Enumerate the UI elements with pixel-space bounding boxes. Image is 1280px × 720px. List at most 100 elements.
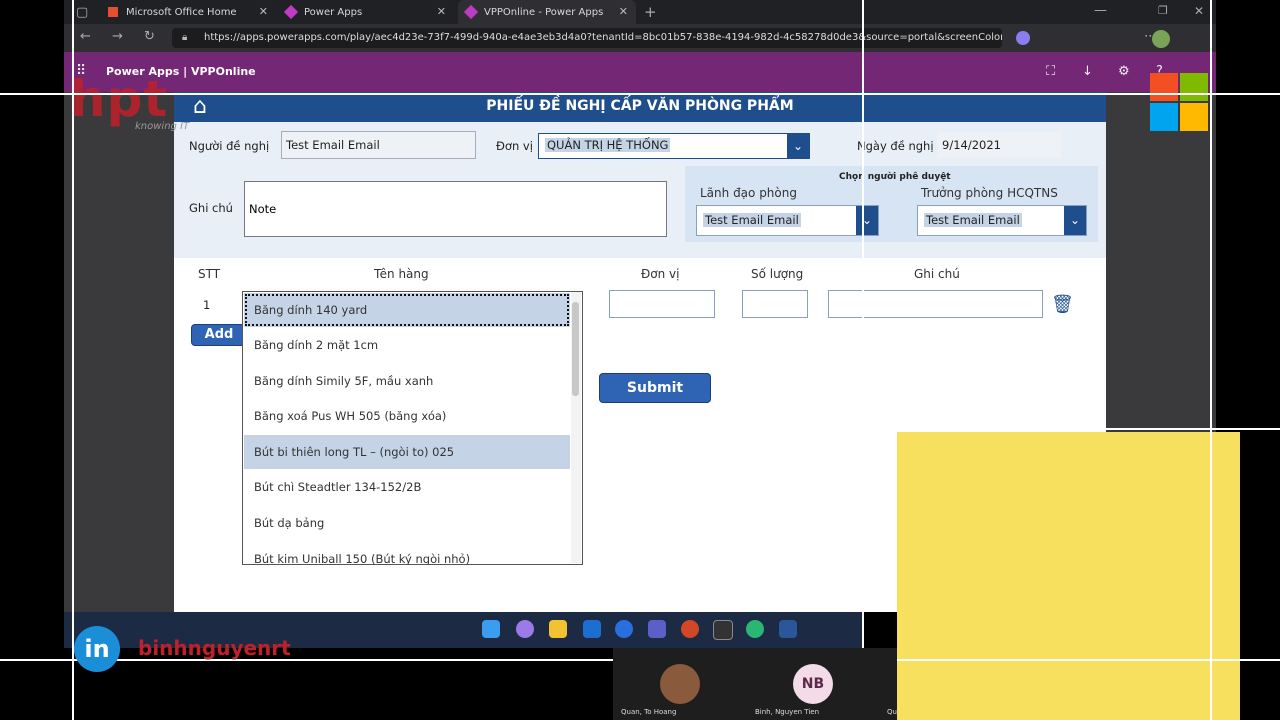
chevron-down-icon[interactable]: ⌄: [787, 134, 809, 158]
outlook-icon[interactable]: [583, 620, 601, 638]
row-note-input[interactable]: [828, 290, 1043, 318]
head-label: Trưởng phòng HCQTNS: [921, 186, 1058, 200]
ms-logo-yellow: [1180, 103, 1208, 131]
terminal-icon[interactable]: [713, 620, 733, 640]
row-unit-input[interactable]: [609, 290, 715, 318]
list-item[interactable]: Bút dạ bảng: [244, 506, 570, 540]
extension-icon[interactable]: [1016, 31, 1030, 45]
tab-label: VPPOnline - Power Apps: [484, 6, 604, 18]
refresh-icon[interactable]: ↻: [144, 29, 155, 44]
powerpoint-icon[interactable]: [681, 620, 699, 638]
ms-logo-blue: [1150, 103, 1178, 131]
url-field[interactable]: 🔒︎ https://apps.powerapps.com/play/aec4d…: [172, 28, 1002, 48]
restore-icon[interactable]: ❐: [1158, 4, 1168, 17]
home-icon[interactable]: ⌂: [193, 95, 221, 119]
chevron-down-icon[interactable]: ⌄: [1064, 206, 1086, 235]
requester-field[interactable]: Test Email Email: [281, 131, 476, 159]
chat-icon[interactable]: [516, 620, 534, 638]
power-apps-icon: [463, 4, 479, 20]
date-field[interactable]: 9/14/2021: [937, 131, 1062, 159]
frame-line: [0, 93, 1280, 95]
chevron-down-icon[interactable]: ⌄: [856, 206, 878, 235]
row-qty-input[interactable]: [742, 290, 808, 318]
close-window-icon[interactable]: ✕: [1194, 4, 1204, 18]
lock-icon: 🔒︎: [182, 32, 188, 43]
manager-label: Lãnh đạo phòng: [700, 186, 797, 200]
meeting-participants: Quan, To Hoang NB Binh, Nguyen Tien Qu: [613, 648, 897, 720]
scrollbar-thumb[interactable]: [572, 302, 579, 396]
head-value: Test Email Email: [924, 213, 1022, 227]
edge-icon[interactable]: [746, 620, 764, 638]
linkedin-name: binhnguyenrt: [138, 636, 291, 660]
list-item[interactable]: Băng dính Simily 5F, mầu xanh: [244, 364, 570, 398]
new-tab-icon[interactable]: +: [644, 3, 657, 21]
tab-bar: ▢ Microsoft Office Home ✕ Power Apps ✕ V…: [64, 0, 1216, 24]
tab-actions-icon[interactable]: ▢: [76, 5, 88, 20]
gear-icon[interactable]: ⚙: [1118, 64, 1130, 79]
frame-line: [1210, 0, 1212, 720]
download-icon[interactable]: ↓: [1082, 64, 1093, 79]
list-item[interactable]: Bút bi thiên long TL – (ngòi to) 025: [244, 435, 570, 469]
manager-dropdown[interactable]: Test Email Email ⌄: [696, 205, 879, 236]
ms-logo-red: [1150, 73, 1178, 101]
participant-name: Qu: [887, 708, 897, 716]
list-item[interactable]: Băng xoá Pus WH 505 (băng xóa): [244, 399, 570, 433]
head-dropdown[interactable]: Test Email Email ⌄: [917, 205, 1087, 236]
participant-avatar: NB: [793, 664, 833, 704]
close-icon[interactable]: ✕: [259, 5, 268, 18]
profile-avatar[interactable]: [1152, 30, 1170, 48]
ms-logo-green: [1180, 73, 1208, 101]
row-number: 1: [203, 298, 211, 312]
yellow-overlay: [897, 432, 1240, 720]
back-icon[interactable]: ←: [80, 29, 91, 44]
teams-icon[interactable]: [648, 620, 666, 638]
office-icon: [108, 7, 118, 17]
requester-value: Test Email Email: [286, 138, 380, 152]
list-item[interactable]: Bút chì Steadtler 134-152/2B: [244, 470, 570, 504]
list-item[interactable]: Băng dính 2 mặt 1cm: [244, 328, 570, 362]
tab-vpponline[interactable]: VPPOnline - Power Apps ✕: [458, 0, 636, 24]
minimize-icon[interactable]: —: [1094, 3, 1107, 18]
date-label: Ngày đề nghị: [857, 139, 934, 153]
participant-avatar: [660, 664, 700, 704]
close-icon[interactable]: ✕: [619, 5, 628, 18]
fullscreen-icon[interactable]: ⛶: [1046, 64, 1055, 79]
power-apps-icon: [283, 4, 299, 20]
close-icon[interactable]: ✕: [437, 5, 446, 18]
start-icon[interactable]: [482, 620, 500, 638]
approver-title: Chọn người phê duyệt: [839, 172, 951, 182]
add-button[interactable]: Add: [191, 324, 247, 346]
item-listbox[interactable]: Băng dính 140 yard Băng dính 2 mặt 1cm B…: [242, 291, 583, 565]
left-bar: [0, 0, 64, 720]
folder-icon[interactable]: [549, 620, 567, 638]
linkedin-icon: in: [74, 626, 120, 672]
word-icon[interactable]: [779, 620, 797, 638]
col-note: Ghi chú: [914, 267, 960, 281]
forward-icon[interactable]: →: [112, 29, 123, 44]
submit-button[interactable]: Submit: [599, 373, 711, 403]
unit-dropdown[interactable]: QUẢN TRỊ HỆ THỐNG ⌄: [538, 133, 810, 159]
hpt-tagline: knowing IT: [135, 121, 190, 132]
tab-office-home[interactable]: Microsoft Office Home ✕: [100, 0, 276, 24]
list-item[interactable]: Băng dính 140 yard: [244, 293, 570, 327]
note-input[interactable]: Note: [244, 181, 667, 237]
firefox-icon[interactable]: [615, 620, 633, 638]
col-qty: Số lượng: [751, 267, 804, 281]
form-title: PHIẾU ĐỀ NGHỊ CẤP VĂN PHÒNG PHẨM: [486, 98, 794, 114]
hpt-logo: hpt: [70, 70, 169, 128]
col-item: Tên hàng: [374, 267, 429, 281]
tab-power-apps[interactable]: Power Apps ✕: [278, 0, 454, 24]
powerapps-header: ⠿ Power Apps | VPPOnline ⛶ ↓ ⚙ ?: [64, 52, 1216, 92]
trash-icon[interactable]: 🗑︎: [1051, 294, 1074, 316]
col-stt: STT: [198, 267, 221, 281]
frame-line: [72, 0, 74, 720]
list-item[interactable]: Bút kim Uniball 150 (Bút ký ngòi nhỏ): [244, 542, 570, 564]
manager-value: Test Email Email: [703, 213, 801, 227]
frame-line: [897, 428, 1280, 430]
tab-label: Power Apps: [304, 6, 363, 18]
tab-label: Microsoft Office Home: [126, 6, 237, 18]
form-banner: PHIẾU ĐỀ NGHỊ CẤP VĂN PHÒNG PHẨM: [174, 92, 1106, 122]
participant-name: Quan, To Hoang: [621, 708, 677, 716]
unit-label: Đơn vị: [496, 139, 533, 153]
url-text: https://apps.powerapps.com/play/aec4d23e…: [204, 32, 1002, 43]
